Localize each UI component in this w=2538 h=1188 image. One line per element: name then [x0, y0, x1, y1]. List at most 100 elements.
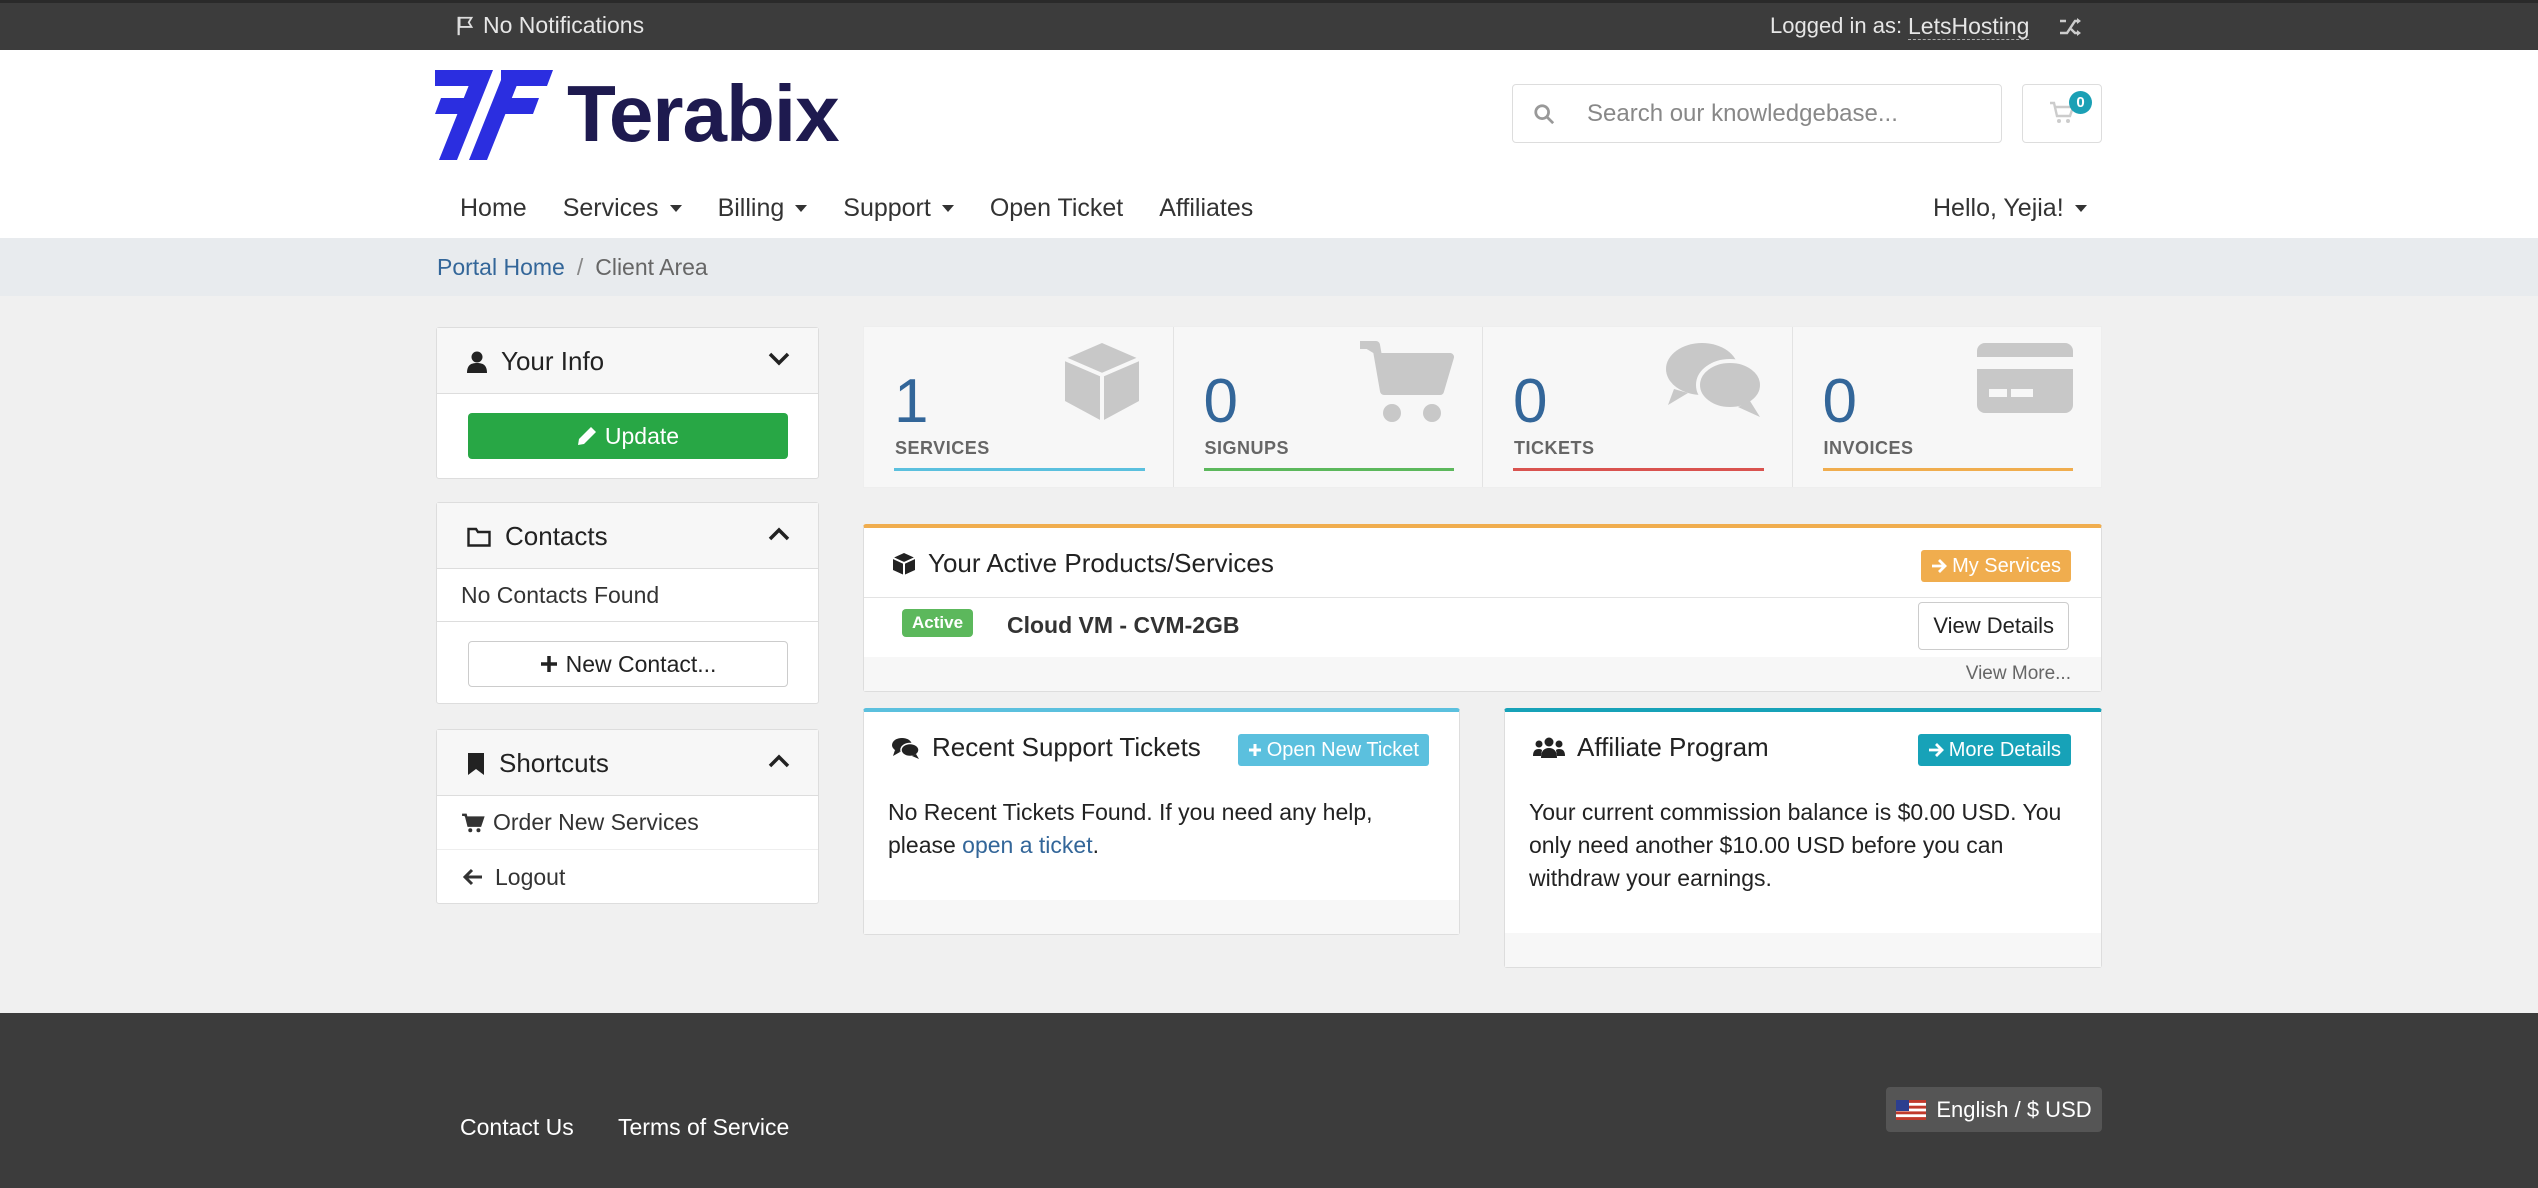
arrow-right-icon: [1932, 559, 1948, 573]
user-menu[interactable]: Hello, Yejia!: [1933, 194, 2087, 223]
nav-services[interactable]: Services: [563, 194, 682, 223]
brand-name: Terabix: [567, 69, 840, 158]
stat-tickets[interactable]: 0 TICKETS: [1483, 327, 1793, 487]
contacts-title: Contacts: [505, 521, 608, 551]
shopping-cart-icon: [1360, 341, 1454, 422]
flag-icon: [457, 16, 474, 35]
cart-icon: [462, 813, 485, 832]
nav-open-ticket[interactable]: Open Ticket: [990, 194, 1123, 223]
top-bar: No Notifications Logged in as: LetsHosti…: [0, 0, 2538, 50]
nav-billing[interactable]: Billing: [718, 194, 808, 223]
knowledgebase-search: [1512, 84, 2002, 143]
stat-signups-label: SIGNUPS: [1204, 438, 1290, 458]
affiliate-panel: Affiliate Program More Details Your curr…: [1504, 708, 2102, 968]
stat-tickets-value: 0: [1513, 367, 1548, 436]
breadcrumb-home[interactable]: Portal Home: [437, 254, 565, 281]
bookmark-icon: [468, 752, 484, 775]
your-info-card: Your Info Update: [436, 327, 819, 479]
shortcut-order-new-services[interactable]: Order New Services: [437, 796, 818, 850]
support-tickets-panel: Recent Support Tickets Open New Ticket N…: [863, 708, 1460, 935]
credit-card-icon: [1977, 343, 2073, 413]
chevron-up-icon[interactable]: [768, 754, 790, 768]
cube-icon: [892, 552, 916, 575]
divider: [437, 621, 818, 622]
breadcrumb-bar: Portal Home / Client Area: [0, 238, 2538, 296]
stat-invoices-bar: [1822, 468, 2073, 471]
affiliate-text: Your current commission balance is $0.00…: [1529, 799, 2062, 891]
no-contacts-text: No Contacts Found: [461, 582, 660, 608]
support-tickets-header: Recent Support Tickets Open New Ticket: [864, 712, 1459, 786]
open-ticket-link[interactable]: open a ticket: [962, 832, 1092, 858]
my-services-button[interactable]: My Services: [1921, 550, 2071, 582]
contacts-card: Contacts No Contacts Found New Contact..…: [436, 502, 819, 704]
stat-tiles: 1 SERVICES 0 SIGNUPS 0 TICKETS 0 INVOICE…: [863, 326, 2102, 488]
search-icon[interactable]: [1533, 103, 1555, 125]
caret-down-icon: [941, 205, 954, 212]
main-nav: Home Services Billing Support Open Ticke…: [460, 194, 2087, 223]
active-products-panel: Your Active Products/Services My Service…: [863, 524, 2102, 692]
comments-icon: [892, 737, 920, 759]
arrow-right-icon: [1928, 743, 1944, 757]
stat-services[interactable]: 1 SERVICES: [864, 327, 1174, 487]
product-row: Active Cloud VM - CVM-2GB View Details: [864, 598, 2101, 658]
chevron-down-icon[interactable]: [768, 352, 790, 366]
nav-support[interactable]: Support: [843, 194, 954, 223]
chevron-up-icon[interactable]: [768, 527, 790, 541]
shortcuts-header[interactable]: Shortcuts: [437, 730, 818, 796]
stat-tickets-bar: [1513, 468, 1764, 471]
us-flag-icon: [1896, 1099, 1927, 1120]
logged-in-label: Logged in as:: [1770, 13, 1903, 38]
active-products-header: Your Active Products/Services My Service…: [864, 528, 2101, 598]
view-details-button[interactable]: View Details: [1918, 602, 2069, 650]
shuffle-icon[interactable]: [2058, 17, 2082, 37]
stat-invoices[interactable]: 0 INVOICES: [1793, 327, 2102, 487]
stat-signups-bar: [1203, 468, 1454, 471]
new-contact-button[interactable]: New Contact...: [468, 641, 788, 687]
cube-icon: [1063, 343, 1140, 421]
stat-services-bar: [894, 468, 1145, 471]
comments-icon: [1665, 343, 1764, 417]
shortcut-logout[interactable]: Logout: [437, 850, 818, 904]
brand-mark-icon: [435, 70, 553, 160]
breadcrumb-current: Client Area: [595, 254, 708, 280]
support-tickets-title: Recent Support Tickets: [932, 732, 1201, 762]
pencil-icon: [577, 427, 596, 445]
caret-down-icon: [669, 205, 682, 212]
update-button[interactable]: Update: [468, 413, 788, 459]
stat-invoices-value: 0: [1822, 367, 1857, 436]
folder-icon: [467, 527, 491, 547]
arrow-left-icon: [463, 868, 482, 886]
text-period: .: [1092, 832, 1099, 858]
stat-signups-value: 0: [1203, 367, 1238, 436]
contacts-header[interactable]: Contacts: [437, 503, 818, 569]
language-currency-button[interactable]: English / $ USD: [1886, 1087, 2102, 1132]
your-info-header[interactable]: Your Info: [437, 328, 818, 394]
product-name[interactable]: Cloud VM - CVM-2GB: [1007, 612, 1240, 639]
active-products-title: Your Active Products/Services: [928, 548, 1274, 578]
nav-affiliates[interactable]: Affiliates: [1159, 194, 1253, 223]
caret-down-icon: [2074, 205, 2087, 212]
products-footer: View More...: [864, 657, 2101, 691]
notifications-text: No Notifications: [483, 12, 645, 38]
affiliate-header: Affiliate Program More Details: [1505, 712, 2101, 786]
logged-in-user[interactable]: LetsHosting: [1908, 13, 2030, 40]
footer-terms-of-service[interactable]: Terms of Service: [618, 1114, 789, 1141]
no-tickets-text: No Recent Tickets Found. If you need any…: [888, 799, 1373, 858]
affiliate-title: Affiliate Program: [1577, 732, 1769, 762]
stat-signups[interactable]: 0 SIGNUPS: [1174, 327, 1483, 487]
user-icon: [467, 351, 487, 373]
caret-down-icon: [795, 205, 808, 212]
footer-contact-us[interactable]: Contact Us: [460, 1114, 574, 1141]
plus-icon: [1248, 744, 1261, 756]
brand-logo[interactable]: Terabix: [435, 68, 840, 160]
view-more-link[interactable]: View More...: [1966, 663, 2071, 685]
stat-invoices-label: INVOICES: [1823, 438, 1914, 458]
notifications-link[interactable]: No Notifications: [455, 12, 644, 39]
more-details-button[interactable]: More Details: [1917, 734, 2071, 766]
cart-button[interactable]: 0: [2022, 84, 2102, 143]
open-new-ticket-button[interactable]: Open New Ticket: [1237, 734, 1429, 766]
search-input[interactable]: [1587, 97, 1987, 131]
nav-home[interactable]: Home: [460, 194, 527, 223]
breadcrumb-separator: /: [576, 254, 584, 280]
shortcuts-title: Shortcuts: [499, 748, 609, 778]
